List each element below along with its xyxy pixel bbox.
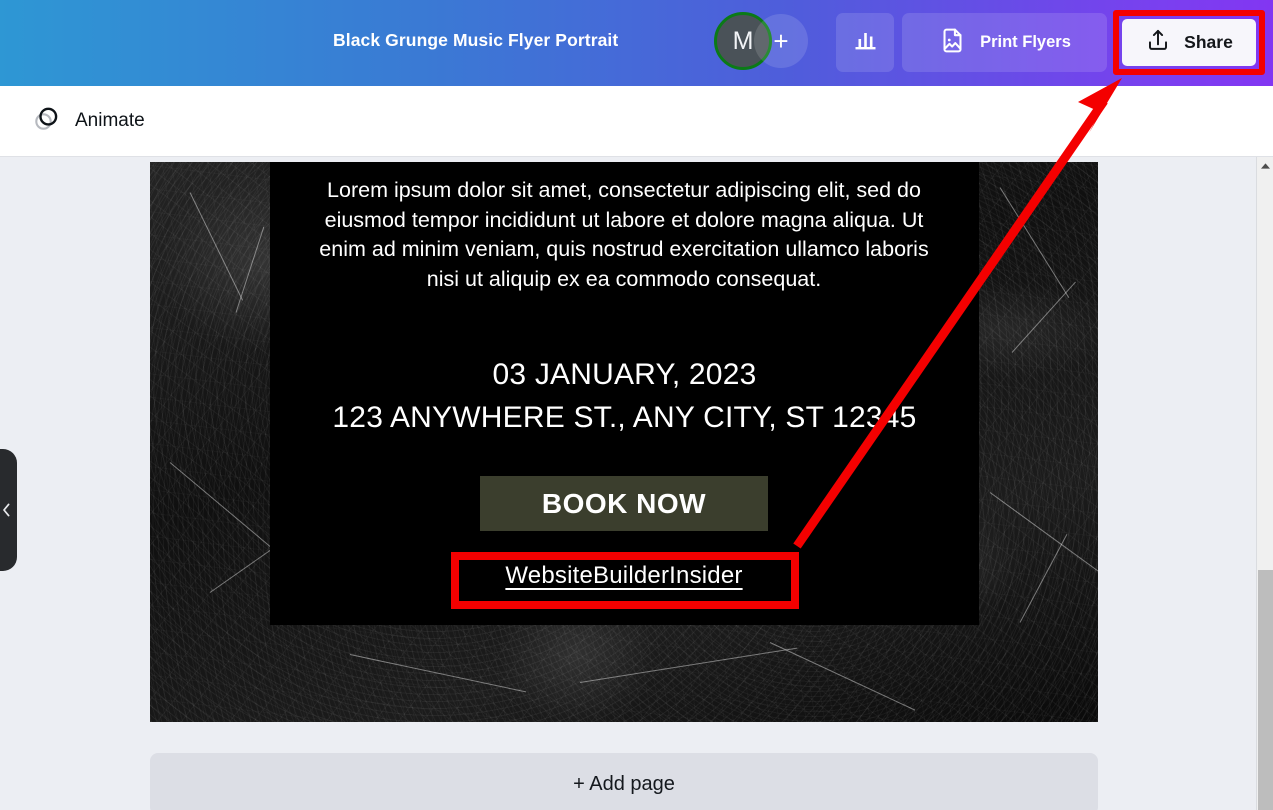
add-collaborator-button[interactable]: + [754,14,808,68]
canvas-area[interactable]: Lorem ipsum dolor sit amet, consectetur … [0,157,1273,810]
animate-button[interactable]: Animate [18,96,157,146]
flyer-content-panel: Lorem ipsum dolor sit amet, consectetur … [270,162,979,625]
canvas-scrollbar[interactable] [1256,157,1273,810]
chevron-left-icon [1,502,12,518]
flyer-page[interactable]: Lorem ipsum dolor sit amet, consectetur … [150,162,1098,722]
scroll-up-button[interactable] [1257,157,1273,174]
print-flyers-button[interactable]: Print Flyers [902,13,1107,72]
share-button[interactable]: Share [1122,19,1256,66]
scrollbar-thumb[interactable] [1258,570,1273,810]
book-now-label: BOOK NOW [541,487,707,519]
upload-share-icon [1145,27,1171,58]
website-link-label: WebsiteBuilderInsider [505,562,743,589]
avatar-initial: M [732,26,754,55]
animate-label: Animate [75,110,145,131]
share-label: Share [1184,32,1233,52]
collapse-side-panel-button[interactable] [0,449,17,571]
flyer-body-text: Lorem ipsum dolor sit amet, consectetur … [319,178,929,291]
flyer-date-text: 03 JANUARY, 2023 [492,358,757,391]
flyer-address-text: 123 ANYWHERE ST., ANY CITY, ST 12345 [332,401,917,434]
add-page-button[interactable]: + Add page [150,753,1098,810]
top-header-bar: Black Grunge Music Flyer Portrait M + Pr… [0,0,1273,86]
image-document-icon [938,26,967,60]
collaborators-group: M + [714,12,820,72]
insights-button[interactable] [836,13,894,72]
canva-editor-window: Black Grunge Music Flyer Portrait M + Pr… [0,0,1273,810]
add-page-label: + Add page [573,772,675,795]
design-title[interactable]: Black Grunge Music Flyer Portrait [333,30,618,51]
scroll-up-arrow-icon [1260,157,1271,175]
object-toolbar: Animate [0,86,1273,157]
plus-icon: + [773,25,789,56]
website-link[interactable]: WebsiteBuilderInsider [455,559,793,593]
print-flyers-label: Print Flyers [980,33,1071,51]
bar-chart-icon [851,26,879,59]
book-now-button: BOOK NOW [480,476,768,531]
overlapping-circles-icon [30,103,62,140]
